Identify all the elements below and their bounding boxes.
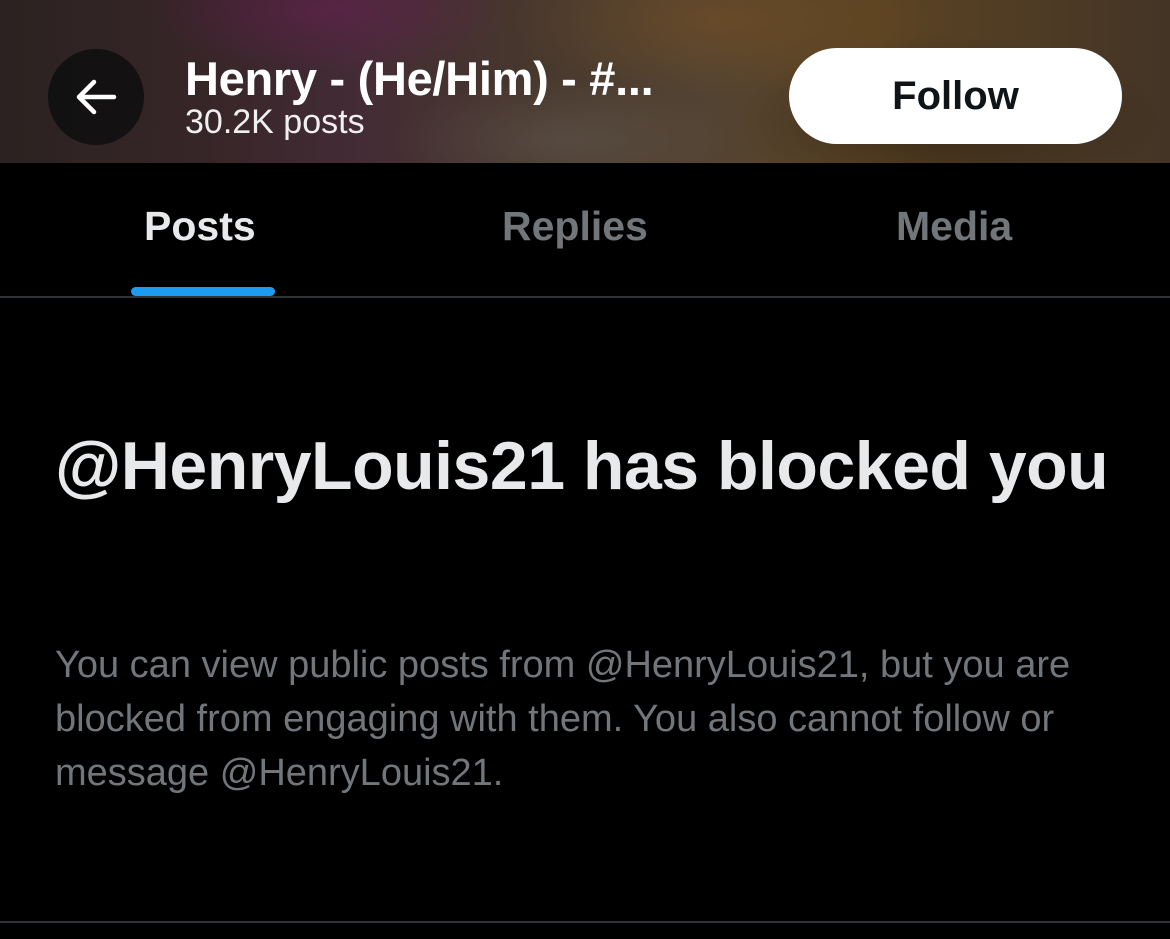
tab-replies[interactable]: Replies bbox=[502, 203, 648, 250]
back-button[interactable] bbox=[48, 49, 144, 145]
blocked-description: You can view public posts from @HenryLou… bbox=[55, 644, 1071, 794]
tab-media[interactable]: Media bbox=[896, 203, 1012, 250]
bottom-divider bbox=[0, 921, 1170, 923]
profile-tabs: Posts Replies Media bbox=[0, 163, 1170, 296]
profile-page: Henry - (He/Him) - #... 30.2K posts Foll… bbox=[0, 0, 1170, 939]
profile-name: Henry - (He/Him) - #... bbox=[185, 52, 654, 105]
post-count: 30.2K posts bbox=[185, 103, 365, 141]
profile-title-block: Henry - (He/Him) - #... 30.2K posts bbox=[185, 52, 654, 142]
active-tab-indicator bbox=[131, 287, 275, 296]
tab-posts[interactable]: Posts bbox=[144, 203, 256, 250]
tabs-divider bbox=[0, 296, 1170, 298]
profile-header-banner: Henry - (He/Him) - #... 30.2K posts Foll… bbox=[0, 0, 1170, 163]
arrow-left-icon bbox=[74, 77, 118, 117]
blocked-heading: @HenryLouis21 has blocked you bbox=[55, 428, 1109, 504]
follow-button[interactable]: Follow bbox=[789, 48, 1122, 144]
